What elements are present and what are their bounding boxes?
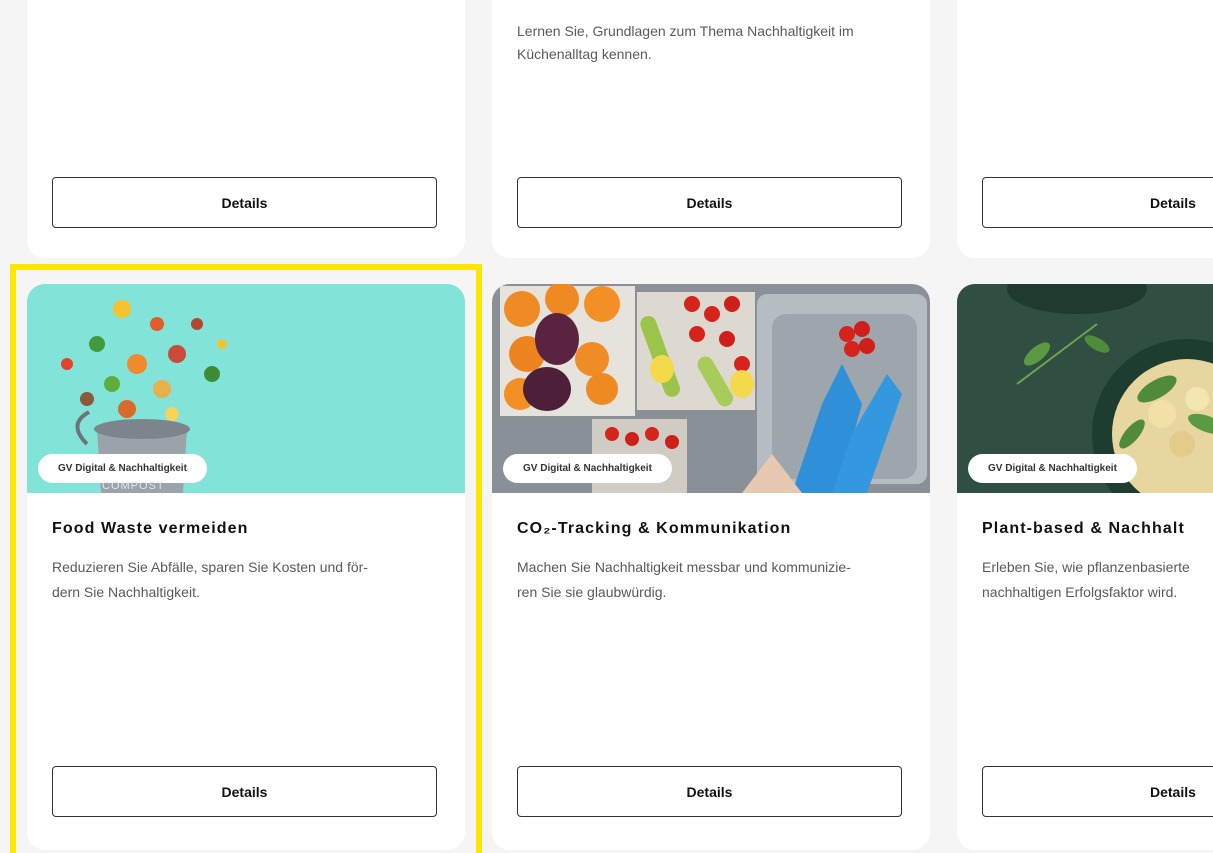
card-image-plant-bowl: GV Digital & Nachhaltigkeit	[957, 284, 1213, 493]
details-button[interactable]: Details	[52, 177, 437, 228]
details-button[interactable]: Details	[517, 177, 902, 228]
category-badge: GV Digital & Nachhaltigkeit	[968, 454, 1137, 483]
details-button[interactable]: Details	[982, 177, 1213, 228]
card-description: Machen Sie Nachhaltigkeit messbar und ko…	[517, 559, 851, 600]
details-button[interactable]: Details	[517, 766, 902, 817]
card-image-vegetables: GV Digital & Nachhaltigkeit	[492, 284, 930, 493]
details-button[interactable]: Details	[982, 766, 1213, 817]
compost-label: COMPOST	[102, 480, 165, 492]
course-card-co2-tracking[interactable]: GV Digital & Nachhaltigkeit CO₂-Tracking…	[492, 284, 930, 850]
card-title: Food Waste vermeiden	[52, 520, 249, 537]
course-card: Details	[27, 0, 465, 258]
card-description: Lernen Sie, Grundlagen zum Thema Nachhal…	[517, 23, 854, 62]
course-card-plant-based[interactable]: GV Digital & Nachhaltigkeit Plant-based …	[957, 284, 1213, 850]
category-badge: GV Digital & Nachhaltigkeit	[503, 454, 672, 483]
course-card-food-waste[interactable]: GV Digital & Nachhaltigkeit COMPOST Food…	[27, 284, 465, 850]
card-description: Erleben Sie, wie pflanzenbasierte nachha…	[982, 559, 1190, 600]
card-title: CO₂-Tracking & Kommunikation	[517, 520, 792, 537]
category-badge: GV Digital & Nachhaltigkeit	[38, 454, 207, 483]
card-image-compost: GV Digital & Nachhaltigkeit COMPOST	[27, 284, 465, 493]
course-card: Details	[957, 0, 1213, 258]
card-title: Plant-based & Nachhalt	[982, 520, 1185, 537]
details-button[interactable]: Details	[52, 766, 437, 817]
card-description: Reduzieren Sie Abfälle, sparen Sie Koste…	[52, 559, 368, 600]
course-card: Lernen Sie, Grundlagen zum Thema Nachhal…	[492, 0, 930, 258]
